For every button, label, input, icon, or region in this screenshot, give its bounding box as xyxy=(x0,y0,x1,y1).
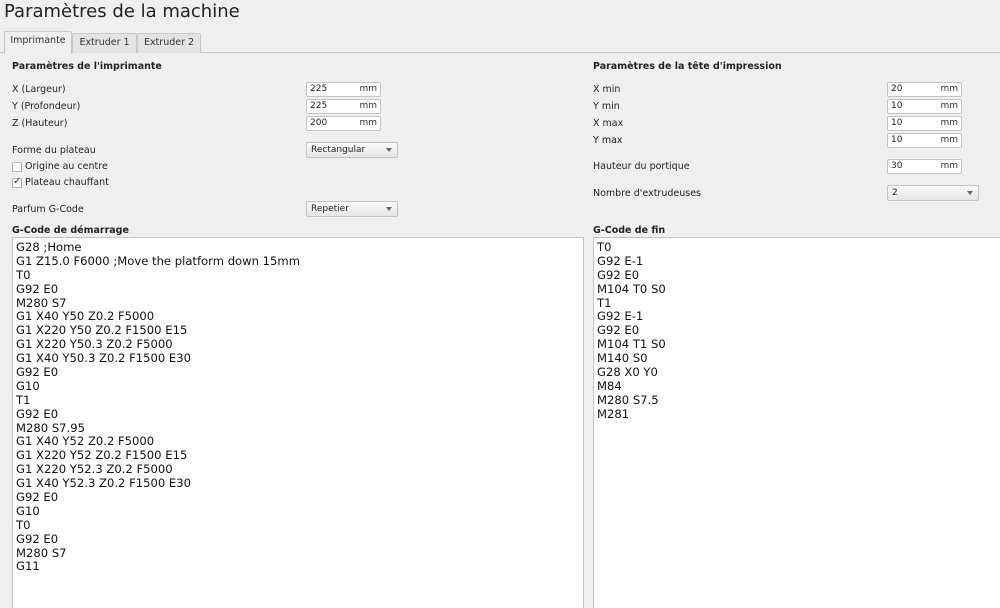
chevron-down-icon xyxy=(386,148,392,152)
xmin-input[interactable]: 20 mm xyxy=(887,82,962,97)
ymin-value: 10 xyxy=(891,101,903,111)
printer-settings-title: Paramètres de l'imprimante xyxy=(12,61,162,72)
window-title: Paramètres de la machine xyxy=(4,1,240,22)
gcode-line: G10 xyxy=(16,503,40,518)
gcode-line: G92 E0 xyxy=(16,406,59,421)
chevron-down-icon xyxy=(386,207,392,211)
xmin-value: 20 xyxy=(891,84,903,94)
ymin-input[interactable]: 10 mm xyxy=(887,99,962,114)
ymax-unit: mm xyxy=(940,135,958,145)
gcode-line: T1 xyxy=(597,295,612,310)
xmax-value: 10 xyxy=(891,118,903,128)
end-gcode-title: G-Code de fin xyxy=(593,225,666,236)
x-width-unit: mm xyxy=(359,84,377,94)
gcode-line: G92 E0 xyxy=(16,490,59,505)
gcode-line: M104 T1 S0 xyxy=(597,337,666,352)
gcode-line: G28 ;Home xyxy=(16,240,82,254)
extruder-count-label: Nombre d'extrudeuses xyxy=(593,188,701,199)
gcode-line: M280 S7.95 xyxy=(16,420,85,435)
gantry-height-value: 30 xyxy=(891,161,903,171)
chevron-down-icon xyxy=(967,191,973,195)
gcode-line: M280 S7 xyxy=(16,295,67,310)
tab-bar: Imprimante Extruder 1 Extruder 2 xyxy=(0,31,1000,54)
gcode-line: M281 xyxy=(597,406,630,421)
end-gcode-editor[interactable]: T0 G92 E-1 G92 E0 M104 T0 S0 T1 G92 E-1 G92 E0… xyxy=(593,237,1000,608)
gcode-line: G92 E0 xyxy=(16,365,59,380)
checkmark-icon: ✓ xyxy=(13,176,22,187)
gcode-line: G92 E0 xyxy=(16,531,59,546)
gcode-line: G92 E-1 xyxy=(597,309,644,324)
gcode-line: G1 X220 Y52 Z0.2 F1500 E15 xyxy=(16,448,188,463)
gantry-height-label: Hauteur du portique xyxy=(593,161,690,172)
y-depth-label: Y (Profondeur) xyxy=(12,101,81,112)
x-width-label: X (Largeur) xyxy=(12,84,66,95)
z-height-input[interactable]: 200 mm xyxy=(306,116,381,131)
xmin-unit: mm xyxy=(940,84,958,94)
z-height-label: Z (Hauteur) xyxy=(12,118,68,129)
gantry-height-input[interactable]: 30 mm xyxy=(887,159,962,174)
gcode-line: G1 X40 Y50.3 Z0.2 F1500 E30 xyxy=(16,351,192,366)
xmax-unit: mm xyxy=(940,118,958,128)
start-gcode-title: G-Code de démarrage xyxy=(12,225,129,236)
extruder-count-select[interactable]: 2 xyxy=(887,185,979,201)
gcode-line: G92 E-1 xyxy=(597,253,644,268)
z-height-value: 200 xyxy=(310,118,328,128)
xmax-label: X max xyxy=(593,118,624,129)
tab-extruder-1[interactable]: Extruder 1 xyxy=(72,33,137,53)
y-depth-input[interactable]: 225 mm xyxy=(306,99,381,114)
origin-center-label: Origine au centre xyxy=(25,161,108,172)
gcode-line: M104 T0 S0 xyxy=(597,281,666,296)
x-width-input[interactable]: 225 mm xyxy=(306,82,381,97)
origin-center-checkbox[interactable] xyxy=(12,162,22,172)
extruder-count-value: 2 xyxy=(892,188,898,198)
tab-imprimante[interactable]: Imprimante xyxy=(4,31,72,54)
gcode-line: G1 X220 Y52.3 Z0.2 F5000 xyxy=(16,462,173,477)
gcode-line: T0 xyxy=(597,240,612,254)
gcode-line: G1 X40 Y52.3 Z0.2 F1500 E30 xyxy=(16,476,192,491)
heated-bed-checkbox[interactable]: ✓ xyxy=(12,176,22,188)
gcode-flavor-label: Parfum G-Code xyxy=(12,204,84,215)
gcode-line: G92 E0 xyxy=(16,281,59,296)
gcode-line: T1 xyxy=(16,392,31,407)
ymin-unit: mm xyxy=(940,101,958,111)
gcode-line: M140 S0 xyxy=(597,351,648,366)
xmax-input[interactable]: 10 mm xyxy=(887,116,962,131)
gcode-line: M280 S7 xyxy=(16,545,67,560)
gcode-line: G1 X220 Y50.3 Z0.2 F5000 xyxy=(16,337,173,352)
heated-bed-label: Plateau chauffant xyxy=(25,177,109,188)
ymax-label: Y max xyxy=(593,135,623,146)
gcode-line: G28 X0 Y0 xyxy=(597,365,658,380)
gcode-flavor-select[interactable]: Repetier xyxy=(306,201,398,217)
gcode-line: G1 Z15.0 F6000 ;Move the platform down 1… xyxy=(16,253,300,268)
tab-extruder-2[interactable]: Extruder 2 xyxy=(137,33,201,53)
xmin-label: X min xyxy=(593,84,621,95)
ymin-label: Y min xyxy=(593,101,620,112)
gcode-line: M280 S7.5 xyxy=(597,392,659,407)
printhead-settings-title: Paramètres de la tête d'impression xyxy=(593,61,782,72)
gantry-height-unit: mm xyxy=(940,161,958,171)
x-width-value: 225 xyxy=(310,84,328,94)
gcode-line: G92 E0 xyxy=(597,267,640,282)
z-height-unit: mm xyxy=(359,118,377,128)
start-gcode-editor[interactable]: G28 ;Home G1 Z15.0 F6000 ;Move the platfo… xyxy=(12,237,584,608)
y-depth-value: 225 xyxy=(310,101,328,111)
gcode-line: G1 X220 Y50 Z0.2 F1500 E15 xyxy=(16,323,188,338)
gcode-line: G11 xyxy=(16,559,40,574)
gcode-line: G10 xyxy=(16,378,40,393)
plate-shape-select[interactable]: Rectangular xyxy=(306,142,398,158)
gcode-line: T0 xyxy=(16,267,31,282)
plate-shape-label: Forme du plateau xyxy=(12,145,96,156)
gcode-line: G92 E0 xyxy=(597,323,640,338)
ymax-value: 10 xyxy=(891,135,903,145)
gcode-line: G1 X40 Y52 Z0.2 F5000 xyxy=(16,434,155,449)
gcode-flavor-value: Repetier xyxy=(311,204,349,214)
ymax-input[interactable]: 10 mm xyxy=(887,133,962,148)
gcode-line: T0 xyxy=(16,517,31,532)
plate-shape-value: Rectangular xyxy=(311,145,366,155)
gcode-line: G1 X40 Y50 Z0.2 F5000 xyxy=(16,309,155,324)
gcode-line: M84 xyxy=(597,378,622,393)
y-depth-unit: mm xyxy=(359,101,377,111)
